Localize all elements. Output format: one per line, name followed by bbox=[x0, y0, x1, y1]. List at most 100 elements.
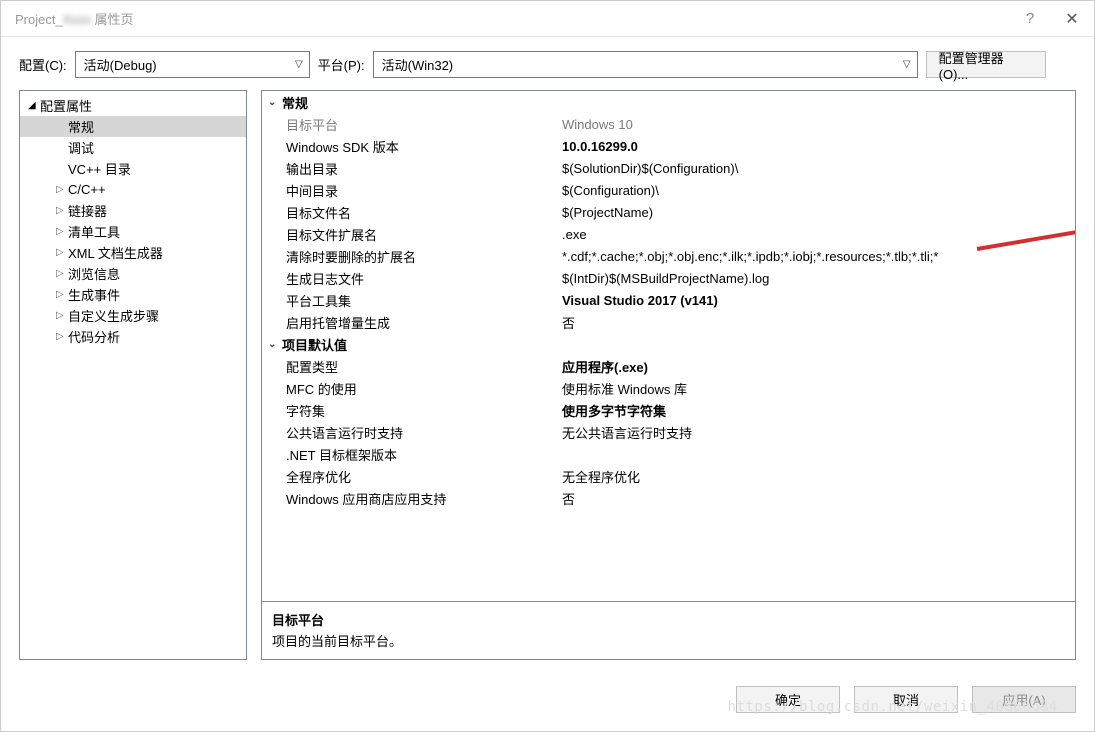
close-icon[interactable]: ✕ bbox=[1050, 9, 1094, 29]
tree-item-label: XML 文档生成器 bbox=[68, 243, 163, 262]
property-name: 目标文件扩展名 bbox=[262, 225, 560, 244]
window-title: Project_Xxxx 属性页 bbox=[15, 9, 1010, 28]
config-label: 配置(C): bbox=[19, 55, 67, 74]
property-value[interactable]: 无全程序优化 bbox=[560, 467, 1075, 486]
triangle-right-icon: ▷ bbox=[56, 226, 66, 237]
triangle-right-icon: ▷ bbox=[56, 310, 66, 321]
triangle-right-icon: ▷ bbox=[56, 247, 66, 258]
tree-root-label: 配置属性 bbox=[40, 96, 92, 115]
triangle-down-icon: ◢ bbox=[28, 100, 38, 111]
property-value[interactable]: .exe bbox=[560, 227, 1075, 242]
footer-buttons: 确定 取消 应用(A) bbox=[736, 686, 1076, 713]
triangle-right-icon: ▷ bbox=[56, 268, 66, 279]
config-value: 活动(Debug) bbox=[84, 55, 157, 74]
apply-button[interactable]: 应用(A) bbox=[972, 686, 1076, 713]
property-row[interactable]: 全程序优化无全程序优化 bbox=[262, 465, 1075, 487]
property-row[interactable]: 配置类型应用程序(.exe) bbox=[262, 355, 1075, 377]
property-row[interactable]: 字符集使用多字节字符集 bbox=[262, 399, 1075, 421]
property-grid[interactable]: ⌄常规目标平台Windows 10Windows SDK 版本10.0.1629… bbox=[261, 90, 1076, 602]
property-section-header[interactable]: ⌄项目默认值 bbox=[262, 333, 1075, 355]
property-value[interactable]: $(SolutionDir)$(Configuration)\ bbox=[560, 161, 1075, 176]
tree-item[interactable]: 调试 bbox=[20, 137, 246, 158]
tree-root[interactable]: ◢ 配置属性 bbox=[20, 95, 246, 116]
property-name: MFC 的使用 bbox=[262, 379, 560, 398]
property-value[interactable]: 应用程序(.exe) bbox=[560, 357, 1075, 376]
property-name: 目标文件名 bbox=[262, 203, 560, 222]
property-value[interactable]: $(Configuration)\ bbox=[560, 183, 1075, 198]
property-name: 平台工具集 bbox=[262, 291, 560, 310]
property-name: 生成日志文件 bbox=[262, 269, 560, 288]
triangle-right-icon: ▷ bbox=[56, 184, 66, 195]
property-value[interactable]: 使用标准 Windows 库 bbox=[560, 379, 1075, 398]
property-row[interactable]: Windows 应用商店应用支持否 bbox=[262, 487, 1075, 509]
config-manager-button[interactable]: 配置管理器(O)... bbox=[926, 51, 1046, 78]
platform-label: 平台(P): bbox=[318, 55, 365, 74]
property-name: 输出目录 bbox=[262, 159, 560, 178]
property-name: Windows 应用商店应用支持 bbox=[262, 489, 560, 508]
property-row[interactable]: 目标平台Windows 10 bbox=[262, 113, 1075, 135]
property-value[interactable]: *.cdf;*.cache;*.obj;*.obj.enc;*.ilk;*.ip… bbox=[560, 249, 1075, 264]
tree-item[interactable]: ▷生成事件 bbox=[20, 284, 246, 305]
property-row[interactable]: 输出目录$(SolutionDir)$(Configuration)\ bbox=[262, 157, 1075, 179]
triangle-right-icon: ▷ bbox=[56, 289, 66, 300]
property-value[interactable]: 否 bbox=[560, 489, 1075, 508]
property-row[interactable]: 清除时要删除的扩展名*.cdf;*.cache;*.obj;*.obj.enc;… bbox=[262, 245, 1075, 267]
property-value[interactable]: $(IntDir)$(MSBuildProjectName).log bbox=[560, 271, 1075, 286]
property-section-header[interactable]: ⌄常规 bbox=[262, 91, 1075, 113]
tree-item[interactable]: ▷链接器 bbox=[20, 200, 246, 221]
config-combo[interactable]: 活动(Debug) ▽ bbox=[75, 51, 310, 78]
property-row[interactable]: Windows SDK 版本10.0.16299.0 bbox=[262, 135, 1075, 157]
chevron-down-icon: ▽ bbox=[903, 59, 911, 70]
property-value[interactable]: 否 bbox=[560, 313, 1075, 332]
property-name: 公共语言运行时支持 bbox=[262, 423, 560, 442]
ok-button[interactable]: 确定 bbox=[736, 686, 840, 713]
property-row[interactable]: 中间目录$(Configuration)\ bbox=[262, 179, 1075, 201]
triangle-right-icon: ▷ bbox=[56, 205, 66, 216]
tree-item[interactable]: 常规 bbox=[20, 116, 246, 137]
property-value[interactable]: 10.0.16299.0 bbox=[560, 139, 1075, 154]
tree-item-label: C/C++ bbox=[68, 182, 106, 197]
tree-item[interactable]: ▷C/C++ bbox=[20, 179, 246, 200]
property-row[interactable]: 平台工具集Visual Studio 2017 (v141) bbox=[262, 289, 1075, 311]
chevron-down-icon: ▽ bbox=[295, 59, 303, 70]
section-title: 项目默认值 bbox=[282, 335, 347, 354]
title-prefix: Project_ bbox=[15, 12, 63, 27]
tree-view[interactable]: ◢ 配置属性 常规调试VC++ 目录▷C/C++▷链接器▷清单工具▷XML 文档… bbox=[19, 90, 247, 660]
description-panel: 目标平台 项目的当前目标平台。 bbox=[261, 602, 1076, 660]
description-title: 目标平台 bbox=[272, 610, 1065, 629]
property-row[interactable]: 目标文件名$(ProjectName) bbox=[262, 201, 1075, 223]
property-value[interactable]: Windows 10 bbox=[560, 117, 1075, 132]
platform-combo[interactable]: 活动(Win32) ▽ bbox=[373, 51, 918, 78]
property-row[interactable]: 启用托管增量生成否 bbox=[262, 311, 1075, 333]
property-name: 目标平台 bbox=[262, 115, 560, 134]
tree-item-label: 自定义生成步骤 bbox=[68, 306, 159, 325]
property-value[interactable]: 无公共语言运行时支持 bbox=[560, 423, 1075, 442]
tree-item[interactable]: ▷浏览信息 bbox=[20, 263, 246, 284]
tree-item[interactable]: ▷XML 文档生成器 bbox=[20, 242, 246, 263]
property-row[interactable]: .NET 目标框架版本 bbox=[262, 443, 1075, 465]
toolbar: 配置(C): 活动(Debug) ▽ 平台(P): 活动(Win32) ▽ 配置… bbox=[1, 37, 1094, 90]
tree-item-label: 常规 bbox=[68, 117, 94, 136]
property-value[interactable]: 使用多字节字符集 bbox=[560, 401, 1075, 420]
tree-item-label: 调试 bbox=[68, 138, 94, 157]
section-title: 常规 bbox=[282, 93, 308, 112]
triangle-right-icon: ▷ bbox=[56, 331, 66, 342]
property-row[interactable]: MFC 的使用使用标准 Windows 库 bbox=[262, 377, 1075, 399]
property-value[interactable]: $(ProjectName) bbox=[560, 205, 1075, 220]
tree-item[interactable]: VC++ 目录 bbox=[20, 158, 246, 179]
property-row[interactable]: 公共语言运行时支持无公共语言运行时支持 bbox=[262, 421, 1075, 443]
property-name: .NET 目标框架版本 bbox=[262, 445, 560, 464]
property-row[interactable]: 生成日志文件$(IntDir)$(MSBuildProjectName).log bbox=[262, 267, 1075, 289]
tree-item[interactable]: ▷代码分析 bbox=[20, 326, 246, 347]
property-value[interactable]: Visual Studio 2017 (v141) bbox=[560, 293, 1075, 308]
tree-item[interactable]: ▷自定义生成步骤 bbox=[20, 305, 246, 326]
tree-item-label: 链接器 bbox=[68, 201, 107, 220]
tree-item[interactable]: ▷清单工具 bbox=[20, 221, 246, 242]
help-icon[interactable]: ? bbox=[1010, 10, 1050, 27]
tree-item-label: 代码分析 bbox=[68, 327, 120, 346]
chevron-down-icon: ⌄ bbox=[268, 97, 282, 108]
cancel-button[interactable]: 取消 bbox=[854, 686, 958, 713]
property-name: 全程序优化 bbox=[262, 467, 560, 486]
description-text: 项目的当前目标平台。 bbox=[272, 631, 1065, 650]
property-row[interactable]: 目标文件扩展名.exe bbox=[262, 223, 1075, 245]
